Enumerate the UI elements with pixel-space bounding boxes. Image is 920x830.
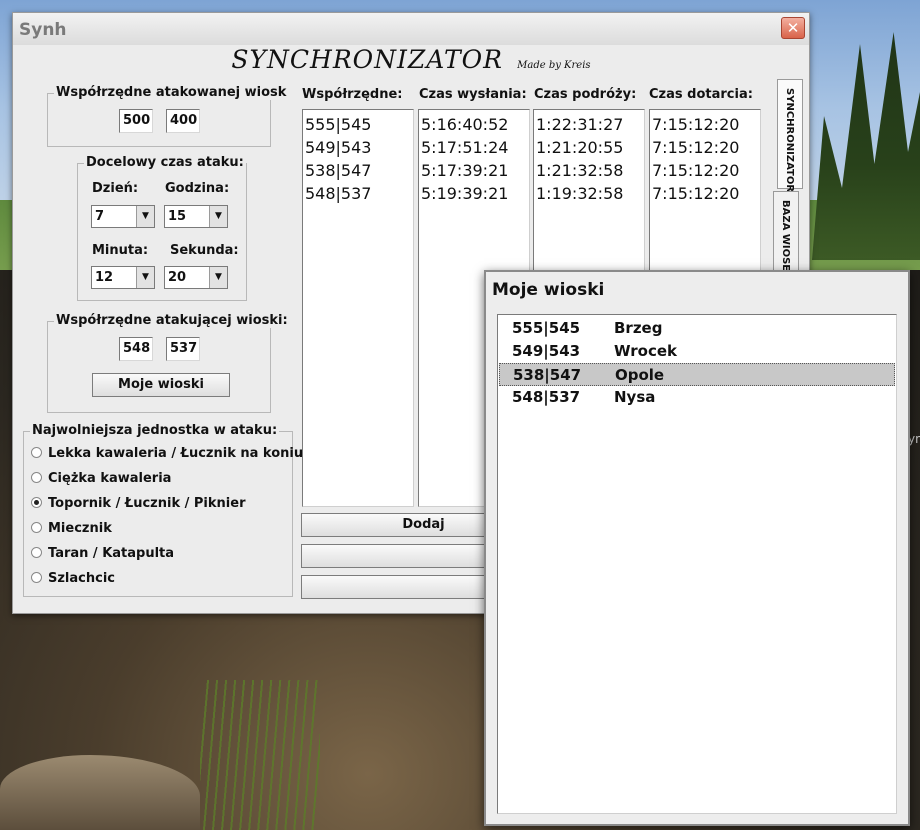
list-item[interactable]: 555|545: [305, 113, 411, 136]
chevron-down-icon[interactable]: ▼: [136, 206, 154, 227]
radio-icon[interactable]: [31, 522, 42, 533]
list-item[interactable]: 5:17:39:21: [421, 159, 527, 182]
unit-option-axe[interactable]: Topornik / Łucznik / Piknier: [31, 496, 245, 511]
tab-synchronizator-label: SYNCHRONIZATOR: [784, 88, 795, 193]
chevron-down-icon[interactable]: ▼: [209, 206, 227, 227]
attacker-x-input[interactable]: 548: [119, 337, 153, 361]
list-item[interactable]: 7:15:12:20: [652, 182, 758, 205]
radio-icon[interactable]: [31, 572, 42, 583]
tab-synchronizator[interactable]: SYNCHRONIZATOR: [777, 79, 803, 193]
second-label: Sekunda:: [170, 243, 239, 258]
app-banner: SYNCHRONIZATOR Made by Kreis: [13, 45, 809, 75]
list-item[interactable]: 1:21:32:58: [536, 159, 642, 182]
header-coords: Współrzędne:: [302, 87, 403, 102]
unit-option-light-cavalry[interactable]: Lekka kawaleria / Łucznik na koniu: [31, 446, 303, 461]
unit-option-noble[interactable]: Szlachcic: [31, 571, 115, 586]
minute-select-value: 12: [95, 270, 114, 285]
unit-option-heavy-cavalry[interactable]: Ciężka kawaleria: [31, 471, 171, 486]
list-item[interactable]: 7:15:12:20: [652, 159, 758, 182]
second-select[interactable]: 20 ▼: [164, 266, 228, 289]
list-item[interactable]: 1:22:31:27: [536, 113, 642, 136]
target-coords-group: Współrzędne atakowanej wiosk: [47, 85, 289, 147]
attack-time-legend: Docelowy czas ataku:: [84, 155, 246, 170]
day-label: Dzień:: [92, 181, 139, 196]
title-bar[interactable]: Synh ✕: [13, 13, 809, 45]
list-item[interactable]: 7:15:12:20: [652, 113, 758, 136]
unit-option-label: Topornik / Łucznik / Piknier: [48, 496, 246, 511]
close-icon: ✕: [786, 19, 800, 37]
chevron-down-icon[interactable]: ▼: [136, 267, 154, 288]
list-item[interactable]: 7:15:12:20: [652, 136, 758, 159]
list-item[interactable]: 549|543: [305, 136, 411, 159]
target-x-input[interactable]: 500: [119, 109, 153, 133]
list-item[interactable]: 538|547: [305, 159, 411, 182]
minute-select[interactable]: 12 ▼: [91, 266, 155, 289]
hour-select-value: 15: [168, 209, 187, 224]
tab-baza-wiosek[interactable]: BAZA WIOSEK: [773, 191, 799, 279]
target-y-input[interactable]: 400: [166, 109, 200, 133]
header-send-time: Czas wysłania:: [419, 87, 527, 102]
list-item[interactable]: 548|537: [305, 182, 411, 205]
coords-list[interactable]: 555|545 549|543 538|547 548|537: [302, 109, 414, 507]
attacker-y-input[interactable]: 537: [166, 337, 200, 361]
village-row[interactable]: 549|543 Wrocek: [499, 340, 895, 363]
list-item[interactable]: 1:19:32:58: [536, 182, 642, 205]
window-title: Synh: [19, 20, 67, 40]
banner-title: SYNCHRONIZATOR: [231, 45, 503, 74]
radio-selected-icon[interactable]: [31, 497, 42, 508]
hour-select[interactable]: 15 ▼: [164, 205, 228, 228]
village-name: Opole: [615, 366, 665, 384]
attacker-coords-legend: Współrzędne atakującej wioski:: [54, 313, 290, 328]
close-button[interactable]: ✕: [781, 17, 805, 39]
hour-label: Godzina:: [165, 181, 230, 196]
unit-option-sword[interactable]: Miecznik: [31, 521, 112, 536]
radio-icon[interactable]: [31, 547, 42, 558]
radio-icon[interactable]: [31, 472, 42, 483]
unit-option-ram[interactable]: Taran / Katapulta: [31, 546, 174, 561]
village-coords: 555|545: [512, 319, 581, 337]
unit-option-label: Lekka kawaleria / Łucznik na koniu: [48, 446, 304, 461]
header-arrival-time: Czas dotarcia:: [649, 87, 753, 102]
attacker-coords-group: Współrzędne atakującej wioski:: [47, 313, 290, 413]
day-select-value: 7: [95, 209, 105, 224]
list-item[interactable]: 5:16:40:52: [421, 113, 527, 136]
villages-list[interactable]: 555|545 Brzeg 549|543 Wrocek 538|547 Opo…: [497, 314, 897, 814]
village-name: Brzeg: [614, 319, 663, 337]
village-name: Wrocek: [614, 342, 678, 360]
list-item[interactable]: 5:17:51:24: [421, 136, 527, 159]
village-coords: 549|543: [512, 342, 581, 360]
radio-icon[interactable]: [31, 447, 42, 458]
my-villages-window: Moje wioski 555|545 Brzeg 549|543 Wrocek…: [484, 270, 910, 826]
second-select-value: 20: [168, 270, 187, 285]
day-select[interactable]: 7 ▼: [91, 205, 155, 228]
village-row[interactable]: 555|545 Brzeg: [499, 317, 895, 340]
village-row[interactable]: 548|537 Nysa: [499, 386, 895, 409]
unit-option-label: Taran / Katapulta: [48, 546, 175, 561]
minute-label: Minuta:: [92, 243, 149, 258]
village-name: Nysa: [614, 388, 656, 406]
tab-baza-wiosek-label: BAZA WIOSEK: [780, 200, 791, 279]
list-item[interactable]: 1:21:20:55: [536, 136, 642, 159]
popup-title[interactable]: Moje wioski: [492, 280, 604, 300]
village-row-selected[interactable]: 538|547 Opole: [499, 363, 895, 386]
village-coords: 538|547: [513, 366, 582, 384]
desktop-grass: [200, 680, 320, 830]
village-coords: 548|537: [512, 388, 581, 406]
list-item[interactable]: 5:19:39:21: [421, 182, 527, 205]
unit-option-label: Miecznik: [48, 521, 112, 536]
header-travel-time: Czas podróży:: [534, 87, 637, 102]
target-coords-legend: Współrzędne atakowanej wiosk: [54, 85, 289, 100]
chevron-down-icon[interactable]: ▼: [209, 267, 227, 288]
unit-option-label: Szlachcic: [48, 571, 115, 586]
slowest-unit-legend: Najwolniejsza jednostka w ataku:: [30, 423, 280, 438]
banner-credit: Made by Kreis: [517, 60, 591, 71]
unit-option-label: Ciężka kawaleria: [48, 471, 172, 486]
my-villages-button[interactable]: Moje wioski: [92, 373, 230, 397]
